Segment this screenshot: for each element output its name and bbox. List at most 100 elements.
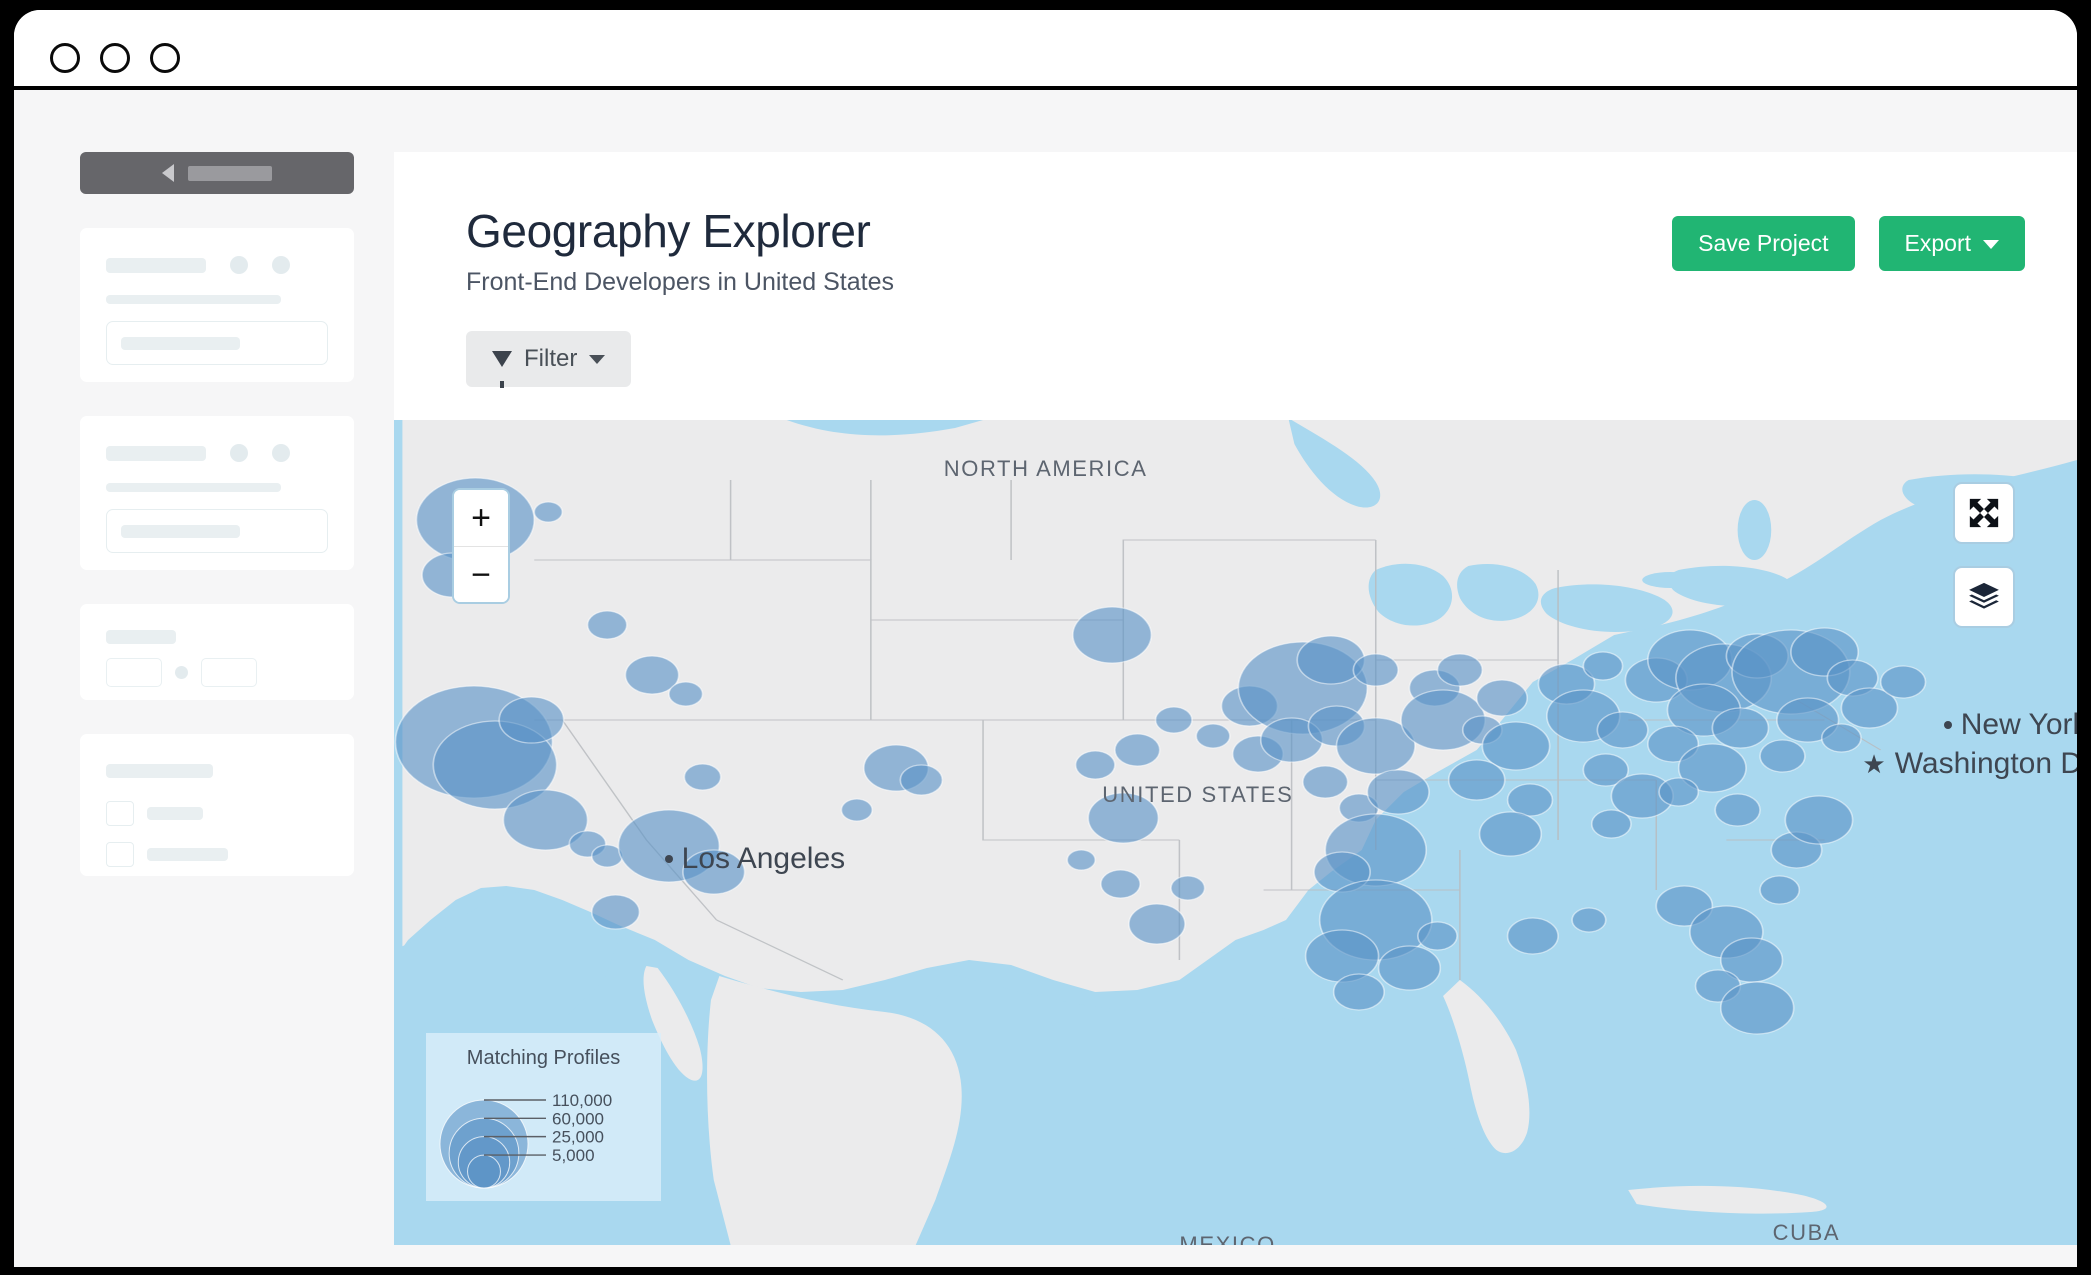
skeleton-icon [272, 256, 290, 274]
map-bubble[interactable] [1301, 765, 1349, 799]
skeleton-option-label [147, 848, 228, 861]
sidebar-card-3[interactable] [80, 604, 354, 700]
legend-value-label: 60,000 [552, 1109, 604, 1128]
expand-arrows-icon [1969, 498, 1999, 528]
zoom-in-button[interactable]: + [454, 490, 508, 546]
chevron-down-icon [589, 354, 606, 364]
legend-bubble [467, 1154, 501, 1189]
header-actions: Save Project Export [1672, 204, 2025, 271]
maximize-button-icon[interactable] [150, 43, 180, 73]
skeleton-range-min[interactable] [106, 658, 162, 687]
map-bubble[interactable] [1071, 606, 1153, 664]
skeleton-checkbox[interactable] [106, 842, 134, 867]
filter-icon [492, 351, 512, 388]
map-bubble[interactable] [590, 894, 641, 930]
map-bubble[interactable] [1719, 981, 1795, 1035]
map-bubble[interactable] [1714, 793, 1761, 827]
map-bubble[interactable] [1332, 973, 1386, 1011]
main-content: Geography Explorer Front-End Developers … [394, 90, 2077, 1271]
sidebar [14, 90, 394, 1271]
map-bubble[interactable] [1128, 903, 1186, 945]
map-bubble[interactable] [1820, 723, 1862, 753]
map-canvas[interactable]: NORTH AMERICA UNITED STATES MEXICO CUBA New… [394, 420, 2077, 1245]
export-button[interactable]: Export [1878, 216, 2025, 271]
map-bubble[interactable] [1296, 635, 1366, 685]
export-label: Export [1904, 230, 1971, 256]
map-bubble[interactable] [1759, 739, 1806, 773]
screen-root: Geography Explorer Front-End Developers … [0, 0, 2091, 1275]
map-bubble[interactable] [1154, 706, 1193, 734]
sidebar-card-4[interactable] [80, 734, 354, 876]
layers-icon [1969, 582, 1999, 609]
skeleton-option-label [147, 807, 203, 820]
map-bubble[interactable] [1658, 777, 1700, 807]
map-bubble[interactable] [1436, 653, 1484, 687]
map-bubble[interactable] [1170, 875, 1206, 901]
map-bubble[interactable] [683, 763, 722, 791]
map-bubble[interactable] [1074, 750, 1116, 780]
map-bubble[interactable] [533, 501, 564, 523]
map-bubble[interactable] [1066, 849, 1097, 871]
map-bubble[interactable] [498, 696, 565, 744]
minimize-button-icon[interactable] [100, 43, 130, 73]
filter-label: Filter [524, 345, 578, 372]
map-bubble[interactable] [1582, 651, 1624, 681]
map-bubble[interactable] [1571, 907, 1607, 933]
map-bubble[interactable] [1879, 665, 1927, 699]
skeleton-range-max[interactable] [201, 658, 257, 687]
skeleton-search-input[interactable] [106, 321, 328, 365]
map-bubble[interactable] [1596, 711, 1649, 749]
zoom-out-button[interactable]: − [454, 546, 508, 602]
skeleton-label [106, 483, 281, 492]
skeleton-dot-icon [175, 666, 188, 679]
map-bubble[interactable] [1304, 929, 1380, 983]
skeleton-checkbox[interactable] [106, 801, 134, 826]
legend-bubbles: 110,00060,00025,0005,000 [439, 1091, 612, 1189]
close-button-icon[interactable] [50, 43, 80, 73]
save-project-button[interactable]: Save Project [1672, 216, 1855, 271]
map-bubble[interactable] [1087, 792, 1160, 844]
filter-button[interactable]: Filter [466, 331, 632, 388]
skeleton-placeholder [121, 336, 240, 350]
map-bubble[interactable] [899, 764, 944, 796]
header-titles: Geography Explorer Front-End Developers … [466, 204, 894, 297]
map-bubble[interactable] [1784, 795, 1854, 845]
map-bubble[interactable] [668, 681, 704, 707]
map-bubble[interactable] [682, 849, 746, 895]
map-bubble[interactable] [1475, 679, 1529, 717]
map-layers-button[interactable] [1953, 566, 2015, 628]
map-bubble[interactable] [1478, 811, 1543, 857]
legend-value-label: 110,000 [552, 1091, 612, 1110]
skeleton-label [106, 295, 281, 304]
map-bubble[interactable] [586, 610, 628, 640]
page-body: Geography Explorer Front-End Developers … [14, 90, 2077, 1271]
skeleton-label [106, 630, 176, 644]
sidebar-card-2[interactable] [80, 416, 354, 570]
sidebar-card-1[interactable] [80, 228, 354, 382]
map-bubble[interactable] [1366, 769, 1430, 815]
map-bubble[interactable] [1195, 723, 1231, 749]
skeleton-placeholder [121, 524, 240, 538]
map-bubble[interactable] [1377, 945, 1442, 991]
skeleton-icon [272, 444, 290, 462]
map-bubble[interactable] [1416, 921, 1458, 951]
window-titlebar [14, 10, 2077, 90]
map-bubble[interactable] [1759, 875, 1801, 905]
map-bubble[interactable] [1506, 917, 1559, 955]
map-bubble[interactable] [1447, 759, 1506, 801]
skeleton-label [106, 445, 206, 461]
chevron-left-icon [162, 164, 174, 182]
map-bubble[interactable] [1506, 783, 1554, 817]
fullscreen-button[interactable] [1953, 482, 2015, 544]
map-bubble[interactable] [1114, 733, 1161, 767]
map-bubble[interactable] [1352, 653, 1400, 687]
map-bubble[interactable] [1590, 809, 1632, 839]
map-bubble[interactable] [1100, 869, 1141, 899]
sidebar-collapse-button[interactable] [80, 152, 354, 194]
map-bubble[interactable] [1711, 707, 1770, 749]
map-bubble[interactable] [840, 798, 874, 822]
window-controls [50, 43, 180, 73]
skeleton-search-input[interactable] [106, 509, 328, 553]
map-zoom-controls[interactable]: + − [452, 488, 510, 604]
sidebar-collapse-label [188, 165, 272, 181]
